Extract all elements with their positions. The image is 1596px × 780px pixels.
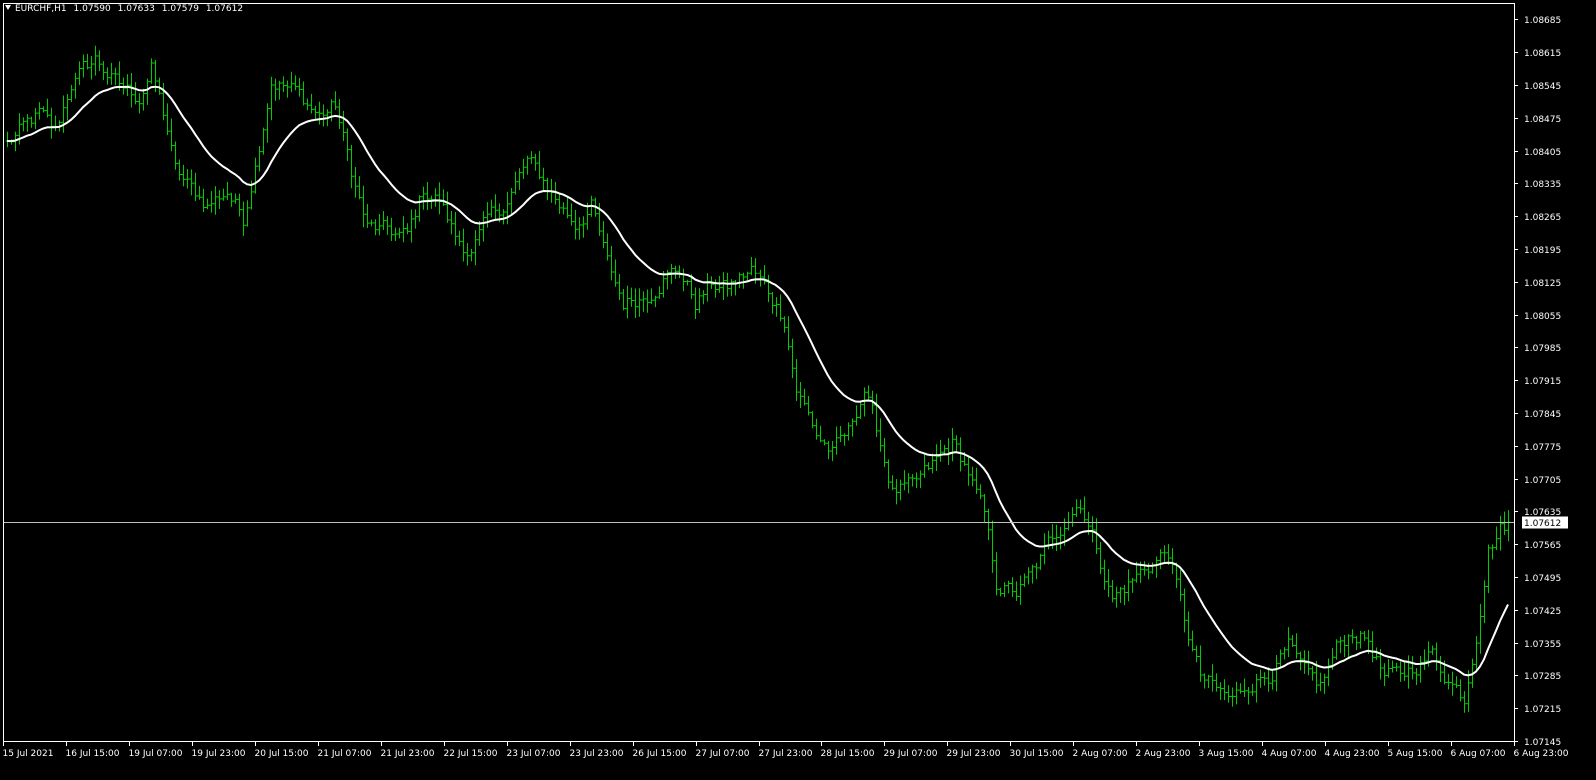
x-tick-label: 20 Jul 15:00 — [255, 749, 309, 759]
x-tick-label: 21 Jul 23:00 — [381, 749, 435, 759]
x-tick-label: 4 Aug 23:00 — [1325, 749, 1380, 759]
x-tick-label: 3 Aug 15:00 — [1199, 749, 1254, 759]
symbol-label: EURCHF,H1 — [15, 4, 67, 14]
x-tick-label: 16 Jul 15:00 — [66, 749, 120, 759]
x-tick-label: 2 Aug 07:00 — [1073, 749, 1128, 759]
y-tick-label: 1.08335 — [1524, 180, 1561, 190]
y-tick-label: 1.07285 — [1524, 672, 1561, 682]
dropdown-triangle-icon[interactable] — [5, 5, 11, 10]
y-tick-label: 1.08125 — [1524, 279, 1561, 289]
x-tick-label: 29 Jul 23:00 — [947, 749, 1001, 759]
x-tick-label: 2 Aug 23:00 — [1136, 749, 1191, 759]
x-tick-label: 15 Jul 2021 — [3, 749, 54, 759]
x-tick-label: 28 Jul 15:00 — [821, 749, 875, 759]
y-tick-label: 1.08685 — [1524, 16, 1561, 26]
y-tick-label: 1.07215 — [1524, 705, 1561, 715]
x-tick-label: 23 Jul 23:00 — [570, 749, 624, 759]
current-price-tag: 1.07612 — [1522, 516, 1568, 529]
y-tick-label: 1.08265 — [1524, 213, 1561, 223]
y-tick-label: 1.07845 — [1524, 410, 1561, 420]
x-tick-label: 29 Jul 07:00 — [884, 749, 938, 759]
open-value: 1.07590 — [73, 4, 111, 14]
x-tick-label: 19 Jul 07:00 — [129, 749, 183, 759]
x-tick-label: 22 Jul 15:00 — [444, 749, 498, 759]
y-tick-label: 1.08475 — [1524, 115, 1561, 125]
y-tick-label: 1.08405 — [1524, 148, 1561, 158]
x-tick-label: 30 Jul 15:00 — [1010, 749, 1064, 759]
price-tag-label: 1.07612 — [1524, 519, 1561, 529]
x-tick-label: 23 Jul 07:00 — [507, 749, 561, 759]
x-tick-label: 5 Aug 15:00 — [1388, 749, 1443, 759]
y-tick-label: 1.08545 — [1524, 82, 1561, 92]
x-tick-label: 26 Jul 15:00 — [633, 749, 687, 759]
y-tick-label: 1.07775 — [1524, 443, 1561, 453]
x-tick-label: 19 Jul 23:00 — [192, 749, 246, 759]
x-tick-label: 6 Aug 23:00 — [1514, 749, 1569, 759]
y-tick-label: 1.08195 — [1524, 246, 1561, 256]
x-tick-label: 6 Aug 07:00 — [1451, 749, 1506, 759]
x-tick-label: 27 Jul 23:00 — [759, 749, 813, 759]
high-value: 1.07633 — [117, 4, 155, 14]
x-tick-label: 27 Jul 07:00 — [696, 749, 750, 759]
chart-background — [0, 0, 1596, 780]
y-tick-label: 1.07565 — [1524, 541, 1561, 551]
close-value: 1.07612 — [205, 4, 244, 14]
y-tick-label: 1.07355 — [1524, 640, 1561, 650]
y-tick-label: 1.08055 — [1524, 312, 1561, 322]
x-tick-label: 4 Aug 07:00 — [1262, 749, 1317, 759]
y-tick-label: 1.07705 — [1524, 476, 1561, 486]
y-tick-label: 1.08615 — [1524, 49, 1561, 59]
y-tick-label: 1.07145 — [1524, 738, 1561, 748]
y-tick-label: 1.07985 — [1524, 344, 1561, 354]
y-tick-label: 1.07915 — [1524, 377, 1561, 387]
y-tick-label: 1.07495 — [1524, 574, 1561, 584]
y-tick-label: 1.07425 — [1524, 607, 1561, 617]
price-chart[interactable]: 1.08685 1.08615 1.08545 1.08475 1.08405 1.083… — [0, 0, 1596, 780]
x-tick-label: 21 Jul 07:00 — [318, 749, 372, 759]
chart-header: EURCHF,H1 1.07590 1.07633 1.07579 1.0761… — [5, 3, 247, 15]
low-value: 1.07579 — [161, 4, 199, 14]
